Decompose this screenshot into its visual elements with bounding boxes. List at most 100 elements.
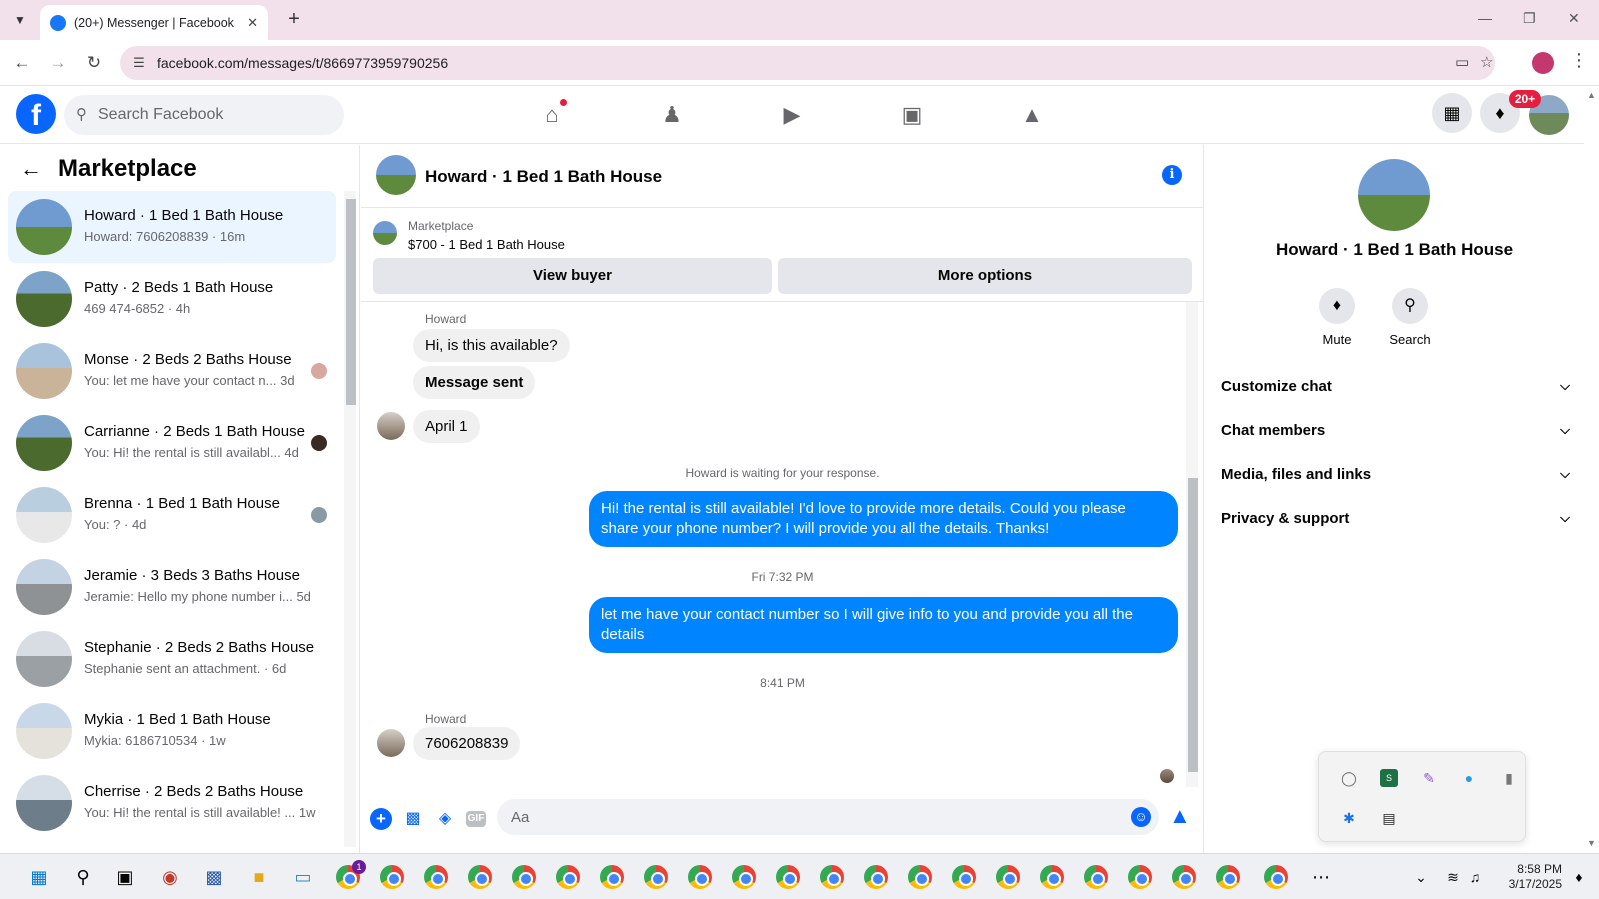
scroll-down-arrow-icon[interactable]: ▼ (1587, 838, 1596, 848)
outgoing-message[interactable]: Hi! the rental is still available! I'd l… (589, 491, 1178, 547)
browser-tab-messenger[interactable]: (20+) Messenger | Facebook ✕ (40, 5, 268, 40)
tray-usb-icon[interactable]: ▮ (1497, 766, 1521, 790)
conversation-row[interactable]: Mykia · 1 Bed 1 Bath House Mykia: 618671… (8, 695, 336, 767)
facebook-search-input[interactable] (98, 95, 338, 135)
chrome-icon[interactable] (820, 865, 844, 889)
chrome-icon[interactable] (512, 865, 536, 889)
gaming-icon[interactable]: ▲ (1017, 100, 1047, 130)
tray-app-icon[interactable]: ◯ (1337, 766, 1361, 790)
chat-avatar[interactable] (376, 155, 416, 195)
home-icon[interactable]: ⌂ (537, 98, 568, 130)
facebook-search[interactable]: ⚲ (64, 95, 344, 135)
chrome-icon[interactable] (380, 865, 404, 889)
conversation-row[interactable]: Carrianne · 2 Beds 1 Bath House You: Hi!… (8, 407, 336, 479)
tray-download-icon[interactable]: ● (1457, 766, 1481, 790)
video-icon[interactable]: ▶ (777, 100, 807, 130)
taskbar-app-icon[interactable]: ▭ (290, 864, 316, 890)
install-app-icon[interactable]: ▭ (1455, 53, 1469, 71)
bookmark-star-icon[interactable]: ☆ (1480, 53, 1493, 71)
reload-icon[interactable]: ↻ (82, 51, 106, 75)
back-arrow-icon[interactable]: ← (20, 156, 42, 182)
store-icon[interactable]: ▩ (201, 864, 227, 890)
chrome-icon[interactable] (732, 865, 756, 889)
tray-chart-icon[interactable]: ▤ (1377, 806, 1401, 830)
add-plus-icon[interactable]: + (370, 808, 392, 830)
thread-scrollbar[interactable] (1186, 302, 1198, 787)
bluetooth-icon[interactable]: ✱ (1337, 806, 1361, 830)
taskbar-clock[interactable]: 8:58 PM 3/17/2025 (1502, 862, 1562, 892)
mute-button[interactable]: ♦ Mute (1307, 288, 1367, 347)
page-scrollbar[interactable]: ▲ ▼ (1584, 86, 1599, 853)
chrome-icon[interactable] (688, 865, 712, 889)
file-explorer-icon[interactable]: ■ (246, 864, 272, 890)
scrollbar-thumb[interactable] (346, 199, 356, 405)
menu-grid-icon[interactable]: ▦ (1432, 93, 1472, 133)
conversation-row[interactable]: Cherrise · 2 Beds 2 Baths House You: Hi!… (8, 767, 336, 839)
windows-start-icon[interactable]: ▦ (26, 864, 52, 890)
conversation-row[interactable]: Howard · 1 Bed 1 Bath House Howard: 7606… (8, 191, 336, 263)
new-tab-button[interactable]: + (282, 8, 306, 32)
gif-icon[interactable]: GIF (466, 811, 486, 827)
media-files-links-section[interactable]: Media, files and links ⌵ (1221, 466, 1576, 506)
photo-icon[interactable]: ▩ (402, 808, 424, 830)
chrome-icon[interactable] (600, 865, 624, 889)
emoji-icon[interactable]: ☺ (1131, 807, 1151, 827)
browser-profile-icon[interactable] (1532, 52, 1554, 74)
conversation-row[interactable]: Brenna · 1 Bed 1 Bath House You: ? · 4d (8, 479, 336, 551)
chrome-icon[interactable] (864, 865, 888, 889)
chrome-icon[interactable] (908, 865, 932, 889)
scrollbar-thumb[interactable] (1188, 478, 1198, 772)
chrome-icon[interactable] (776, 865, 800, 889)
scroll-up-arrow-icon[interactable]: ▲ (1587, 90, 1596, 100)
site-settings-icon[interactable]: ☰ (130, 54, 148, 72)
chrome-icon[interactable] (556, 865, 580, 889)
message-input[interactable] (497, 799, 1159, 835)
restore-icon[interactable]: ❐ (1523, 10, 1536, 27)
chat-title[interactable]: Howard · 1 Bed 1 Bath House (425, 167, 662, 187)
chrome-icon[interactable] (424, 865, 448, 889)
back-arrow-icon[interactable]: ← (10, 51, 34, 75)
friends-icon[interactable]: ♟ (657, 100, 687, 130)
chrome-icon[interactable] (1216, 865, 1240, 889)
tray-spreadsheet-icon[interactable]: S (1380, 769, 1398, 787)
info-icon[interactable]: i (1162, 165, 1182, 185)
chrome-icon[interactable] (468, 865, 492, 889)
chrome-icon[interactable] (1128, 865, 1152, 889)
chrome-icon[interactable] (1264, 865, 1288, 889)
close-tab-icon[interactable]: ✕ (247, 15, 258, 31)
conversation-row[interactable]: Stephanie · 2 Beds 2 Baths House Stephan… (8, 623, 336, 695)
incoming-message[interactable]: Hi, is this available? (413, 329, 570, 362)
marketplace-icon[interactable]: ▣ (897, 100, 927, 130)
address-bar[interactable]: ☰ facebook.com/messages/t/86697739597902… (120, 46, 1495, 80)
search-chat-button[interactable]: ⚲ Search (1380, 288, 1440, 347)
view-buyer-button[interactable]: View buyer (373, 258, 772, 294)
tab-search-chevron-icon[interactable]: ▼ (8, 8, 32, 32)
listing-description[interactable]: $700 - 1 Bed 1 Bath House (408, 237, 565, 252)
chrome-icon[interactable] (1040, 865, 1064, 889)
chrome-icon[interactable] (1084, 865, 1108, 889)
conversation-row[interactable]: Monse · 2 Beds 2 Baths House You: let me… (8, 335, 336, 407)
notification-center-icon[interactable]: ♦ (1566, 864, 1592, 890)
taskbar-search-icon[interactable]: ⚲ (70, 864, 96, 890)
chat-info-avatar[interactable] (1358, 159, 1430, 231)
conversation-row[interactable]: Jeramie · 3 Beds 3 Baths House Jeramie: … (8, 551, 336, 623)
volume-icon[interactable]: ♫ (1462, 864, 1488, 890)
more-options-button[interactable]: More options (778, 258, 1192, 294)
tray-pen-icon[interactable]: ✎ (1417, 766, 1441, 790)
tray-chevron-icon[interactable]: ⌄ (1408, 864, 1434, 890)
chrome-icon[interactable] (644, 865, 668, 889)
sender-avatar[interactable] (377, 729, 405, 757)
taskbar-app-icon[interactable]: ◉ (157, 864, 183, 890)
customize-chat-section[interactable]: Customize chat ⌵ (1221, 378, 1576, 418)
incoming-message[interactable]: Message sent (413, 366, 536, 399)
conversation-list-scrollbar[interactable] (344, 191, 356, 847)
task-view-icon[interactable]: ▣ (112, 864, 138, 890)
minimize-icon[interactable]: — (1478, 10, 1492, 26)
privacy-support-section[interactable]: Privacy & support ⌵ (1221, 510, 1576, 550)
more-apps-icon[interactable]: ⋯ (1308, 864, 1334, 890)
conversation-row[interactable]: Patty · 2 Beds 1 Bath House 469 474-6852… (8, 263, 336, 335)
outgoing-message[interactable]: let me have your contact number so I wil… (589, 597, 1178, 653)
thumbs-up-icon[interactable]: ▲ (1169, 803, 1191, 829)
window-close-icon[interactable]: ✕ (1568, 10, 1580, 27)
incoming-message[interactable]: 7606208839 (413, 727, 521, 760)
